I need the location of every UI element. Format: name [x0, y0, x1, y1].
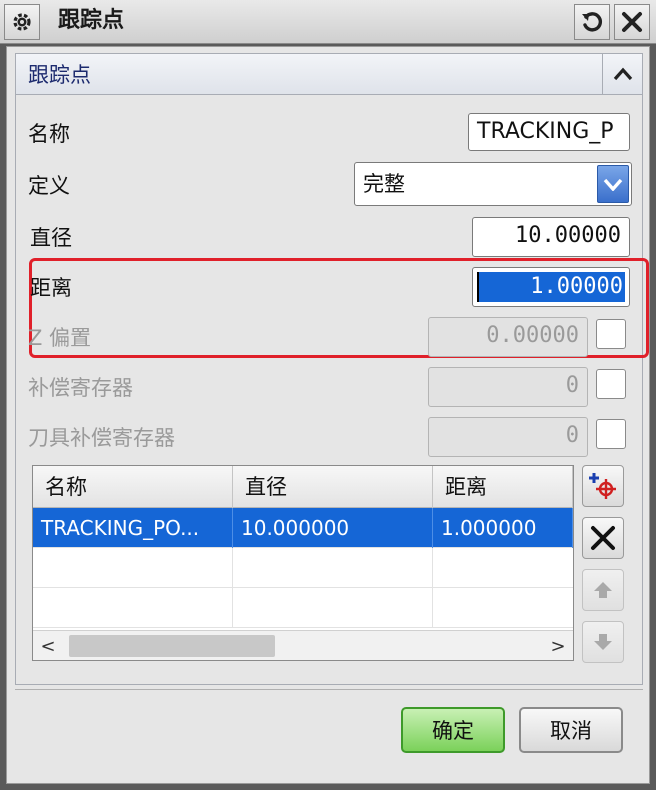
cancel-button[interactable]: 取消	[519, 707, 623, 753]
close-icon[interactable]	[614, 4, 650, 40]
tool-comp-register-checkbox[interactable]	[596, 419, 626, 449]
cell-diameter: 10.000000	[233, 508, 433, 548]
comp-register-field: 0	[428, 367, 588, 407]
move-down-icon[interactable]	[582, 621, 624, 663]
window-title: 跟踪点	[58, 8, 125, 33]
move-up-icon[interactable]	[582, 569, 624, 611]
group-title: 跟踪点	[28, 63, 91, 87]
table-row-empty	[33, 588, 573, 628]
cell-distance: 1.000000	[433, 508, 573, 548]
z-offset-checkbox[interactable]	[596, 319, 626, 349]
dialog-body: 跟踪点 名称 TRACKING_P 定义 完整 直径 10.00000 距离 1…	[6, 46, 650, 784]
comp-register-label: 补偿寄存器	[28, 376, 133, 400]
scroll-right-icon[interactable]: >	[543, 631, 573, 660]
tool-comp-register-field: 0	[428, 417, 588, 457]
ok-button[interactable]: 确定	[401, 707, 505, 753]
definition-select[interactable]: 完整	[354, 162, 632, 206]
diameter-label: 直径	[30, 226, 72, 250]
column-header-distance[interactable]: 距离	[433, 466, 573, 508]
name-field[interactable]: TRACKING_P	[468, 113, 630, 151]
reset-icon[interactable]	[574, 4, 610, 40]
table-row[interactable]: TRACKING_PO... 10.000000 1.000000	[33, 508, 573, 548]
z-offset-label: Z 偏置	[28, 326, 92, 350]
comp-register-checkbox[interactable]	[596, 369, 626, 399]
tracking-point-list[interactable]: 名称 直径 距离 TRACKING_PO... 10.000000 1.0000…	[32, 465, 574, 661]
distance-label: 距离	[30, 276, 72, 300]
z-offset-field: 0.00000	[428, 317, 588, 357]
horizontal-scrollbar[interactable]: < >	[33, 630, 573, 660]
group-body: 名称 TRACKING_P 定义 完整 直径 10.00000 距离 1.000…	[15, 95, 649, 685]
scroll-left-icon[interactable]: <	[33, 631, 63, 660]
add-point-icon[interactable]	[582, 465, 624, 507]
gear-icon[interactable]	[4, 4, 40, 40]
tool-comp-register-label: 刀具补偿寄存器	[28, 426, 175, 450]
distance-value-selected: 1.00000	[477, 272, 625, 302]
group-header[interactable]: 跟踪点	[15, 53, 643, 95]
title-bar[interactable]: 跟踪点	[0, 0, 656, 44]
chevron-up-icon[interactable]	[602, 54, 642, 94]
distance-field[interactable]: 1.00000	[472, 267, 630, 307]
cell-name: TRACKING_PO...	[33, 508, 233, 548]
table-row-empty	[33, 548, 573, 588]
delete-icon[interactable]	[582, 517, 624, 559]
footer-divider	[15, 689, 643, 690]
diameter-field[interactable]: 10.00000	[472, 217, 630, 257]
column-header-name[interactable]: 名称	[33, 466, 233, 508]
column-header-diameter[interactable]: 直径	[233, 466, 433, 508]
chevron-down-icon[interactable]	[597, 165, 629, 203]
dialog-window: 跟踪点 跟踪点 名称 TRACKING_P 定义 完整 直径 10.00000 …	[0, 0, 656, 790]
name-label: 名称	[28, 122, 70, 146]
scrollbar-thumb[interactable]	[69, 635, 275, 657]
definition-value: 完整	[363, 172, 405, 196]
list-header: 名称 直径 距离	[33, 466, 573, 508]
definition-label: 定义	[28, 174, 70, 198]
